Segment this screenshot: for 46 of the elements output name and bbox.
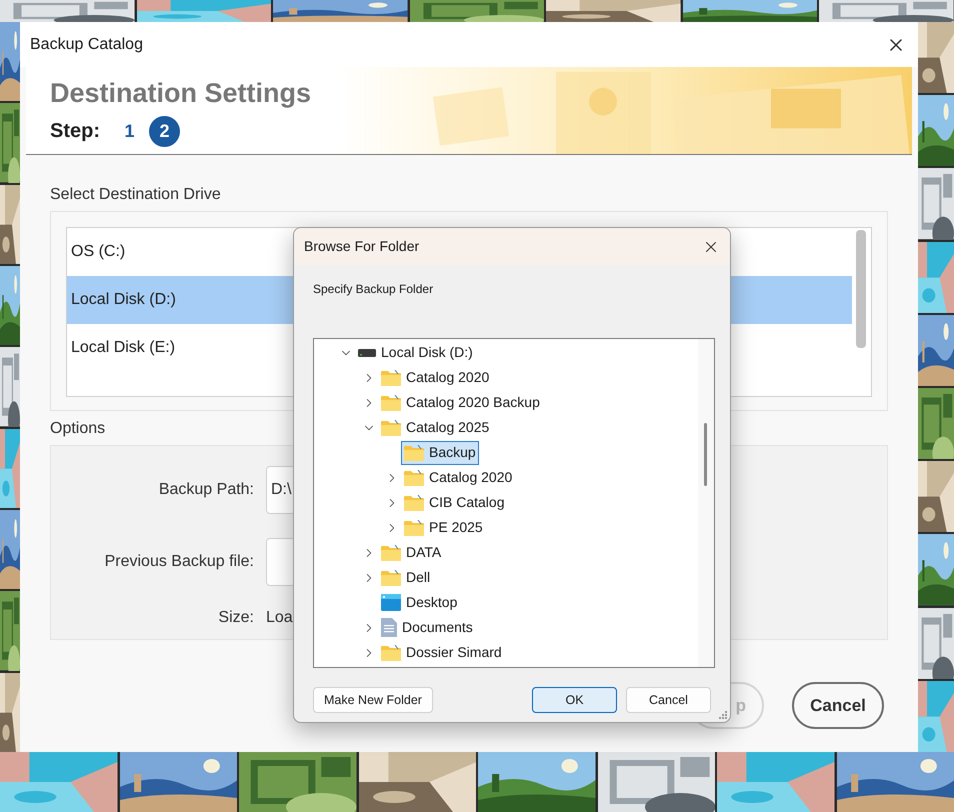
tree-item[interactable]: Desktop: [378, 590, 460, 614]
folder-icon: [381, 544, 401, 560]
folder-icon: [381, 370, 401, 386]
scrollbar-thumb[interactable]: [856, 230, 866, 348]
tree-item[interactable]: PE 2025: [401, 516, 486, 540]
resize-grip-icon[interactable]: [718, 710, 728, 720]
folder-icon: [404, 520, 424, 536]
field-label: Previous Backup file:: [104, 552, 254, 572]
folder-icon: [381, 570, 401, 586]
folder-icon: [381, 394, 401, 410]
page-title: Destination Settings: [50, 77, 312, 110]
tree-item[interactable]: Backup: [401, 440, 479, 464]
section-label: Select Destination Drive: [50, 185, 221, 205]
step-label: Step:: [50, 119, 100, 144]
tree-item[interactable]: Catalog 2020 Backup: [378, 390, 543, 414]
window-title: Browse For Folder: [304, 237, 420, 256]
ok-button[interactable]: OK: [532, 687, 617, 713]
folder-icon: [404, 444, 424, 460]
tree-item[interactable]: Dell: [378, 566, 434, 590]
tree-item[interactable]: CIB Catalog: [401, 490, 508, 514]
window-title: Backup Catalog: [30, 34, 143, 54]
folder-icon: [404, 494, 424, 510]
tree-item[interactable]: Documents: [378, 616, 476, 640]
folder-icon: [381, 644, 401, 660]
dialog-button[interactable]: Cancel: [626, 687, 711, 713]
prompt-text: Specify Backup Folder: [313, 281, 434, 298]
scrollbar[interactable]: [698, 339, 714, 667]
tree-item[interactable]: Catalog 2025: [378, 416, 492, 440]
tree-item[interactable]: DATA: [378, 540, 444, 564]
folder-icon: [381, 420, 401, 436]
step-indicator: 1: [123, 120, 136, 142]
size-value: Loa: [266, 608, 293, 628]
drive-icon: [358, 348, 376, 356]
tree-item[interactable]: Local Disk (D:): [355, 340, 476, 364]
field-label: Size:: [217, 608, 254, 628]
dialog-button[interactable]: Make New Folder: [313, 687, 433, 713]
folder-icon: [404, 470, 424, 486]
desktop-icon: [381, 594, 401, 611]
tree-item[interactable]: Dossier Simard: [378, 640, 505, 664]
cancel-button[interactable]: Cancel: [792, 682, 884, 729]
section-label: Options: [50, 419, 106, 439]
field-label: Backup Path:: [158, 480, 254, 500]
scrollbar-thumb[interactable]: [704, 423, 707, 486]
document-icon: [381, 618, 397, 637]
tree-item[interactable]: Catalog 2020: [401, 466, 516, 490]
tree-item[interactable]: Catalog 2020: [378, 366, 492, 390]
